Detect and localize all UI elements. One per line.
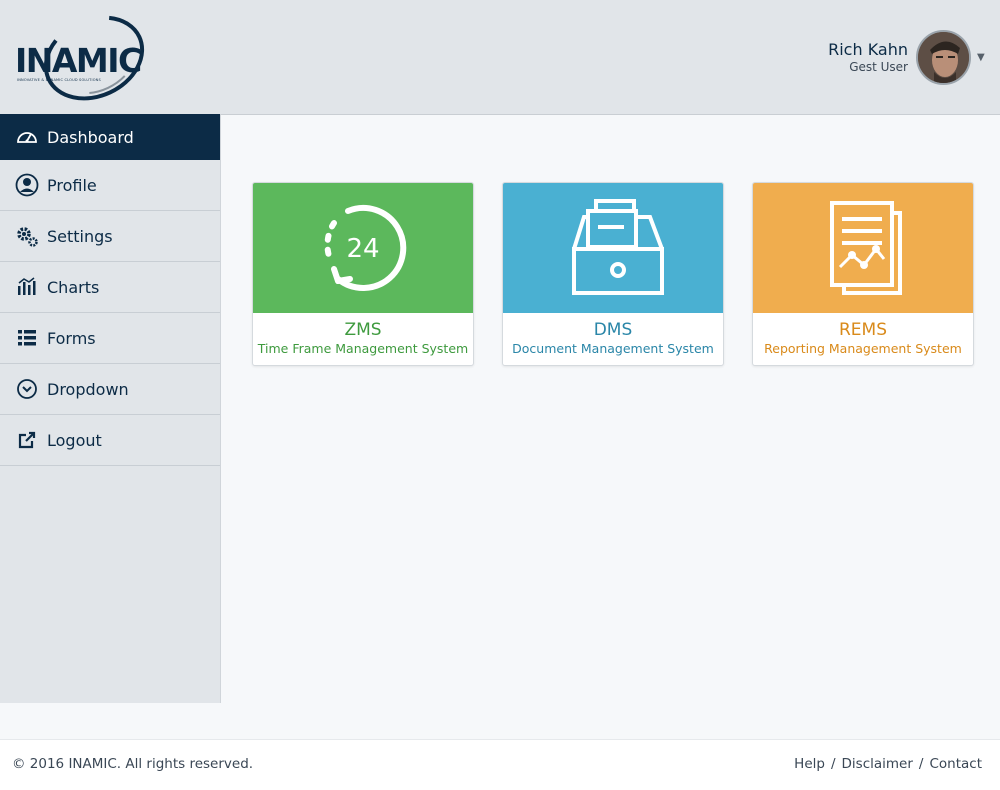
inamic-logo[interactable]: INAMIC INNOVATIVE & DYNAMIC CLOUD SOLUTI… bbox=[12, 14, 172, 104]
card-subtitle: Document Management System bbox=[512, 341, 714, 356]
card-subtitle: Time Frame Management System bbox=[257, 341, 469, 356]
report-document-icon bbox=[830, 201, 902, 295]
gears-icon bbox=[14, 223, 40, 249]
sidebar-item-logout[interactable]: Logout bbox=[0, 415, 220, 466]
user-role: Gest User bbox=[849, 60, 908, 74]
chevron-circle-down-icon bbox=[14, 376, 40, 402]
help-link[interactable]: Help bbox=[794, 756, 825, 772]
dms-card[interactable]: DMS Document Management System bbox=[502, 182, 724, 366]
sidebar-item-profile[interactable]: Profile bbox=[0, 160, 220, 211]
disclaimer-link[interactable]: Disclaimer bbox=[842, 756, 913, 772]
card-title: DMS bbox=[593, 320, 633, 340]
sidebar-item-dashboard[interactable]: Dashboard bbox=[0, 114, 220, 160]
user-menu-caret-icon[interactable]: ▼ bbox=[977, 52, 985, 63]
avatar-portrait-icon bbox=[918, 32, 969, 83]
rems-card[interactable]: REMS Reporting Management System bbox=[752, 182, 974, 366]
external-link-icon bbox=[14, 427, 40, 453]
sidebar-item-label: Settings bbox=[47, 226, 113, 246]
sidebar-item-label: Dashboard bbox=[47, 127, 134, 147]
user-name: Rich Kahn bbox=[828, 40, 908, 59]
link-separator: / bbox=[830, 756, 836, 772]
card-title: ZMS bbox=[344, 320, 382, 340]
sidebar-item-dropdown[interactable]: Dropdown bbox=[0, 364, 220, 415]
sidebar: Dashboard Profile Settings Charts Forms … bbox=[0, 114, 221, 703]
contact-link[interactable]: Contact bbox=[929, 756, 982, 772]
card-title: REMS bbox=[838, 320, 887, 340]
copyright-text: © 2016 INAMIC. All rights reserved. bbox=[12, 756, 254, 772]
sidebar-item-settings[interactable]: Settings bbox=[0, 211, 220, 262]
dashboard-gauge-icon bbox=[14, 124, 40, 150]
sidebar-item-label: Logout bbox=[47, 430, 102, 450]
logo-tagline: INNOVATIVE & DYNAMIC CLOUD SOLUTIONS bbox=[17, 78, 101, 82]
sidebar-item-charts[interactable]: Charts bbox=[0, 262, 220, 313]
24-hour-clock-icon: 24 bbox=[324, 204, 407, 291]
top-header: INAMIC INNOVATIVE & DYNAMIC CLOUD SOLUTI… bbox=[0, 0, 1000, 115]
user-icon bbox=[14, 172, 40, 198]
sidebar-item-forms[interactable]: Forms bbox=[0, 313, 220, 364]
file-archive-icon bbox=[572, 199, 664, 295]
footer-links: Help / Disclaimer / Contact bbox=[794, 756, 982, 772]
avatar[interactable] bbox=[916, 30, 971, 85]
sidebar-item-label: Forms bbox=[47, 328, 96, 348]
clock-number-label: 24 bbox=[346, 234, 379, 264]
logo-wordmark: INAMIC bbox=[15, 41, 142, 80]
link-separator: / bbox=[918, 756, 924, 772]
zms-card[interactable]: 24 ZMS Time Frame Management System bbox=[252, 182, 474, 366]
footer: © 2016 INAMIC. All rights reserved. Help… bbox=[0, 739, 1000, 790]
card-banner bbox=[503, 183, 723, 313]
sidebar-item-label: Dropdown bbox=[47, 379, 129, 399]
bar-chart-icon bbox=[14, 274, 40, 300]
user-info[interactable]: Rich Kahn Gest User bbox=[828, 40, 908, 74]
card-subtitle: Reporting Management System bbox=[764, 341, 962, 356]
card-banner: 24 bbox=[253, 183, 473, 313]
card-banner bbox=[753, 183, 973, 313]
list-icon bbox=[14, 325, 40, 351]
sidebar-item-label: Charts bbox=[47, 277, 100, 297]
sidebar-item-label: Profile bbox=[47, 175, 97, 195]
